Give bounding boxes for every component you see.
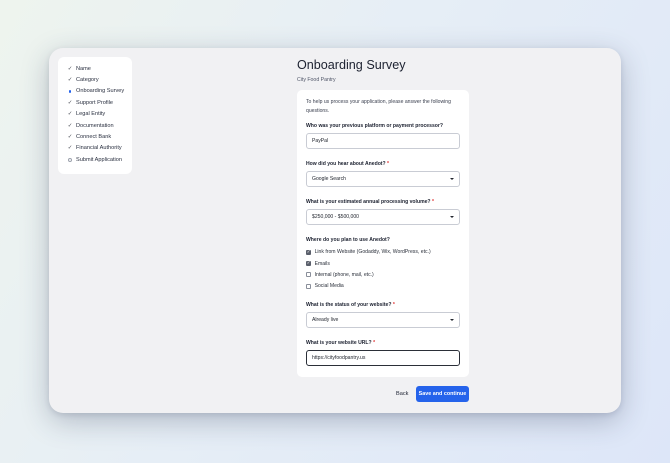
unchecked-box-icon <box>306 272 312 278</box>
current-dot-icon <box>68 90 72 93</box>
checkbox-social-media[interactable]: Social Media <box>306 280 460 291</box>
checkbox-emails[interactable]: ✓ Emails <box>306 258 460 269</box>
usage-channels-group: ✓ Link from Website (Godaddy, Wix, WordP… <box>306 247 460 292</box>
save-and-continue-button[interactable]: Save and continue <box>416 386 469 402</box>
empty-circle-icon <box>67 157 73 163</box>
question-website-status: What is the status of your website? * <box>306 301 395 308</box>
step-financial-authority[interactable]: ✓ Financial Authority <box>66 143 132 154</box>
website-url-input[interactable]: https://cityfoodpantry.us <box>306 349 460 366</box>
step-label: Support Profile <box>76 99 114 106</box>
check-icon: ✓ <box>67 122 73 129</box>
organization-name: City Food Pantry <box>297 77 336 83</box>
chevron-down-icon <box>450 318 454 321</box>
check-icon: ✓ <box>67 77 73 84</box>
check-icon: ✓ <box>67 99 73 106</box>
step-label: Onboarding Survey <box>76 88 125 95</box>
unchecked-box-icon <box>306 283 312 289</box>
form-intro: To help us process your application, ple… <box>306 99 451 114</box>
processing-volume-select[interactable]: $250,000 - $500,000 <box>306 208 460 225</box>
chevron-down-icon <box>450 215 454 218</box>
chevron-down-icon <box>450 177 454 180</box>
step-label: Category <box>76 77 99 84</box>
checkbox-internal[interactable]: Internal (phone, mail, etc.) <box>306 269 460 280</box>
website-status-select[interactable]: Already live <box>306 311 460 328</box>
app-window: ✓ Name ✓ Category Onboarding Survey ✓ Su… <box>49 48 621 413</box>
required-mark: * <box>392 301 395 308</box>
check-icon: ✓ <box>67 134 73 141</box>
step-legal-entity[interactable]: ✓ Legal Entity <box>66 109 132 120</box>
step-label: Legal Entity <box>76 111 106 118</box>
step-label: Financial Authority <box>76 145 122 152</box>
checkbox-website-link[interactable]: ✓ Link from Website (Godaddy, Wix, WordP… <box>306 247 460 258</box>
step-name[interactable]: ✓ Name <box>66 63 132 74</box>
check-icon: ✓ <box>67 111 73 118</box>
step-label: Submit Application <box>76 156 123 163</box>
check-icon: ✓ <box>67 65 73 72</box>
required-mark: * <box>431 198 434 205</box>
step-documentation[interactable]: ✓ Documentation <box>66 120 132 131</box>
question-processing-volume: What is your estimated annual processing… <box>306 198 434 205</box>
checkmark-icon: ✓ <box>306 249 312 255</box>
step-connect-bank[interactable]: ✓ Connect Bank <box>66 131 132 142</box>
question-usage-channels: Where do you plan to use Anedot? <box>306 236 390 243</box>
step-label: Name <box>76 65 91 72</box>
back-button[interactable]: Back <box>396 391 408 397</box>
referral-source-select[interactable]: Google Search <box>306 170 460 187</box>
steps-sidebar: ✓ Name ✓ Category Onboarding Survey ✓ Su… <box>58 57 132 174</box>
survey-form: To help us process your application, ple… <box>297 90 469 377</box>
checkmark-icon: ✓ <box>306 260 312 267</box>
question-referral-source: How did you hear about Anedot? * <box>306 160 390 167</box>
step-label: Documentation <box>76 122 114 129</box>
question-website-url: What is your website URL? * <box>306 339 376 346</box>
required-mark: * <box>387 160 390 167</box>
step-onboarding-survey[interactable]: Onboarding Survey <box>66 86 132 97</box>
page-title: Onboarding Survey <box>297 58 406 72</box>
question-previous-platform: Who was your previous platform or paymen… <box>306 122 443 129</box>
step-category[interactable]: ✓ Category <box>66 74 132 85</box>
previous-platform-input[interactable]: PayPal <box>306 132 460 149</box>
step-support-profile[interactable]: ✓ Support Profile <box>66 97 132 108</box>
step-submit-application[interactable]: Submit Application <box>66 154 132 165</box>
required-mark: * <box>373 339 376 346</box>
check-icon: ✓ <box>67 145 73 152</box>
step-label: Connect Bank <box>76 134 112 141</box>
